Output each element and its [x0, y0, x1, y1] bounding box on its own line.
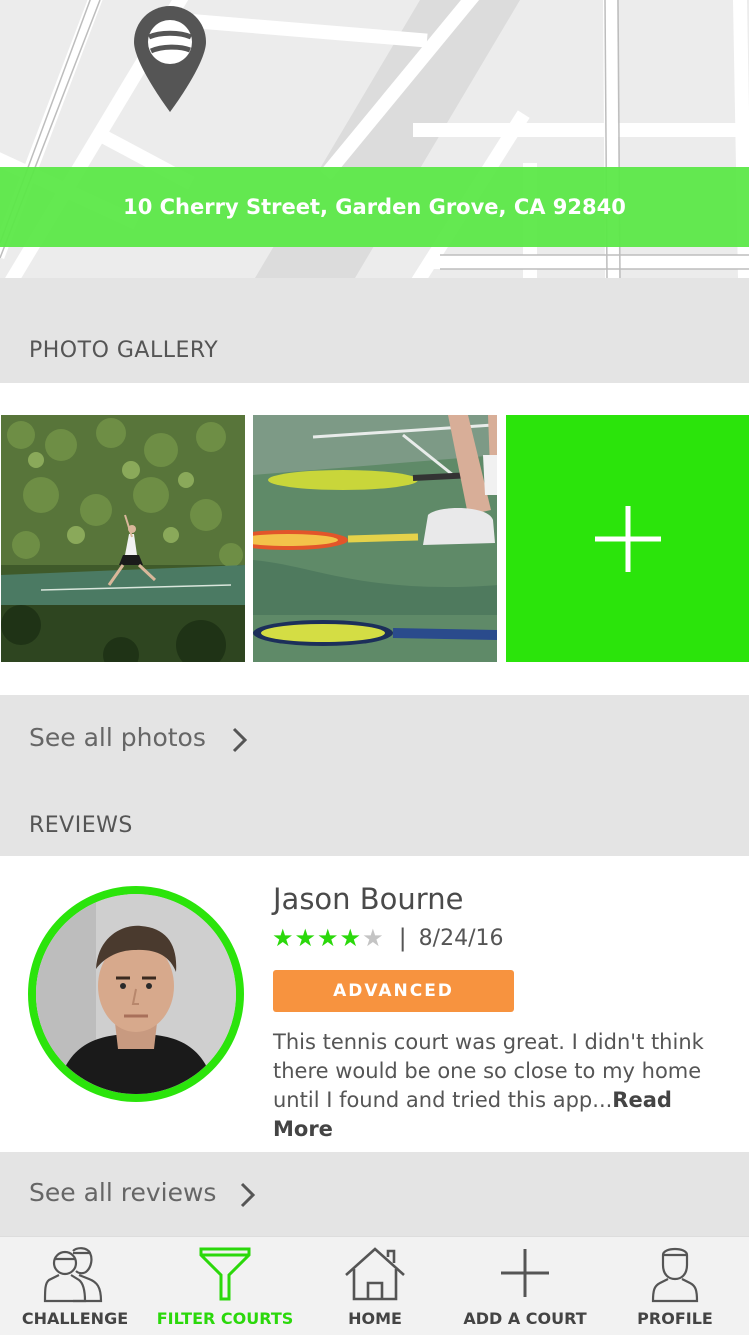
see-all-photos-label: See all photos — [29, 723, 206, 752]
star-filled-icon: ★ — [339, 924, 362, 952]
reviewer-name[interactable]: Jason Bourne — [273, 882, 463, 916]
star-filled-icon: ★ — [317, 924, 339, 952]
funnel-icon — [199, 1247, 251, 1301]
tab-filter-courts[interactable]: FILTER COURTS — [150, 1237, 300, 1335]
see-all-reviews-label: See all reviews — [29, 1178, 217, 1207]
address-text: 10 Cherry Street, Garden Grove, CA 92840 — [123, 195, 626, 219]
map-view[interactable]: 10 Cherry Street, Garden Grove, CA 92840 — [0, 0, 749, 278]
level-badge: ADVANCED — [273, 970, 514, 1012]
house-icon — [345, 1247, 405, 1301]
review-text: This tennis court was great. I didn't th… — [273, 1028, 733, 1144]
bottom-tab-bar: CHALLENGE FILTER COURTS HOME ADD A COURT — [0, 1236, 749, 1335]
star-filled-icon: ★ — [294, 924, 317, 952]
see-all-reviews-button[interactable]: See all reviews — [0, 1152, 749, 1236]
review-item: Jason Bourne ★ ★ ★ ★ ★ | 8/24/16 ADVANCED Th… — [0, 856, 749, 1152]
photo-gallery-title: PHOTO GALLERY — [29, 338, 219, 363]
separator: | — [398, 924, 407, 952]
photo-gallery-header: PHOTO GALLERY — [0, 278, 749, 383]
plus-icon — [501, 1249, 549, 1297]
tab-label: HOME — [348, 1309, 402, 1328]
chevron-right-icon — [240, 1182, 256, 1208]
add-photo-button[interactable] — [506, 415, 749, 662]
tab-challenge[interactable]: CHALLENGE — [0, 1237, 150, 1335]
address-banner[interactable]: 10 Cherry Street, Garden Grove, CA 92840 — [0, 167, 749, 247]
tab-label: ADD A COURT — [463, 1309, 587, 1328]
gallery-photo-rackets[interactable] — [253, 415, 497, 662]
tab-home[interactable]: HOME — [300, 1237, 450, 1335]
tab-label: FILTER COURTS — [156, 1309, 294, 1328]
tab-label: PROFILE — [637, 1309, 713, 1328]
reviewer-avatar[interactable] — [28, 886, 244, 1102]
tab-profile[interactable]: PROFILE — [600, 1237, 749, 1335]
chevron-right-icon — [232, 727, 248, 753]
player-icon — [651, 1247, 699, 1303]
photo-gallery — [0, 383, 749, 695]
review-date: 8/24/16 — [418, 925, 504, 951]
reviews-header: REVIEWS — [0, 783, 749, 856]
tab-add-a-court[interactable]: ADD A COURT — [450, 1237, 600, 1335]
star-filled-icon: ★ — [272, 924, 294, 952]
tab-label: CHALLENGE — [21, 1309, 129, 1328]
see-all-photos-button[interactable]: See all photos — [0, 695, 749, 783]
reviews-title: REVIEWS — [29, 813, 133, 838]
gallery-photo-tennis-player[interactable] — [1, 415, 245, 662]
two-players-icon — [43, 1247, 103, 1303]
plus-icon — [594, 505, 661, 572]
review-rating: ★ ★ ★ ★ ★ | 8/24/16 — [272, 924, 503, 952]
star-empty-icon: ★ — [362, 924, 384, 952]
star-rating: ★ ★ ★ ★ ★ — [272, 926, 385, 950]
